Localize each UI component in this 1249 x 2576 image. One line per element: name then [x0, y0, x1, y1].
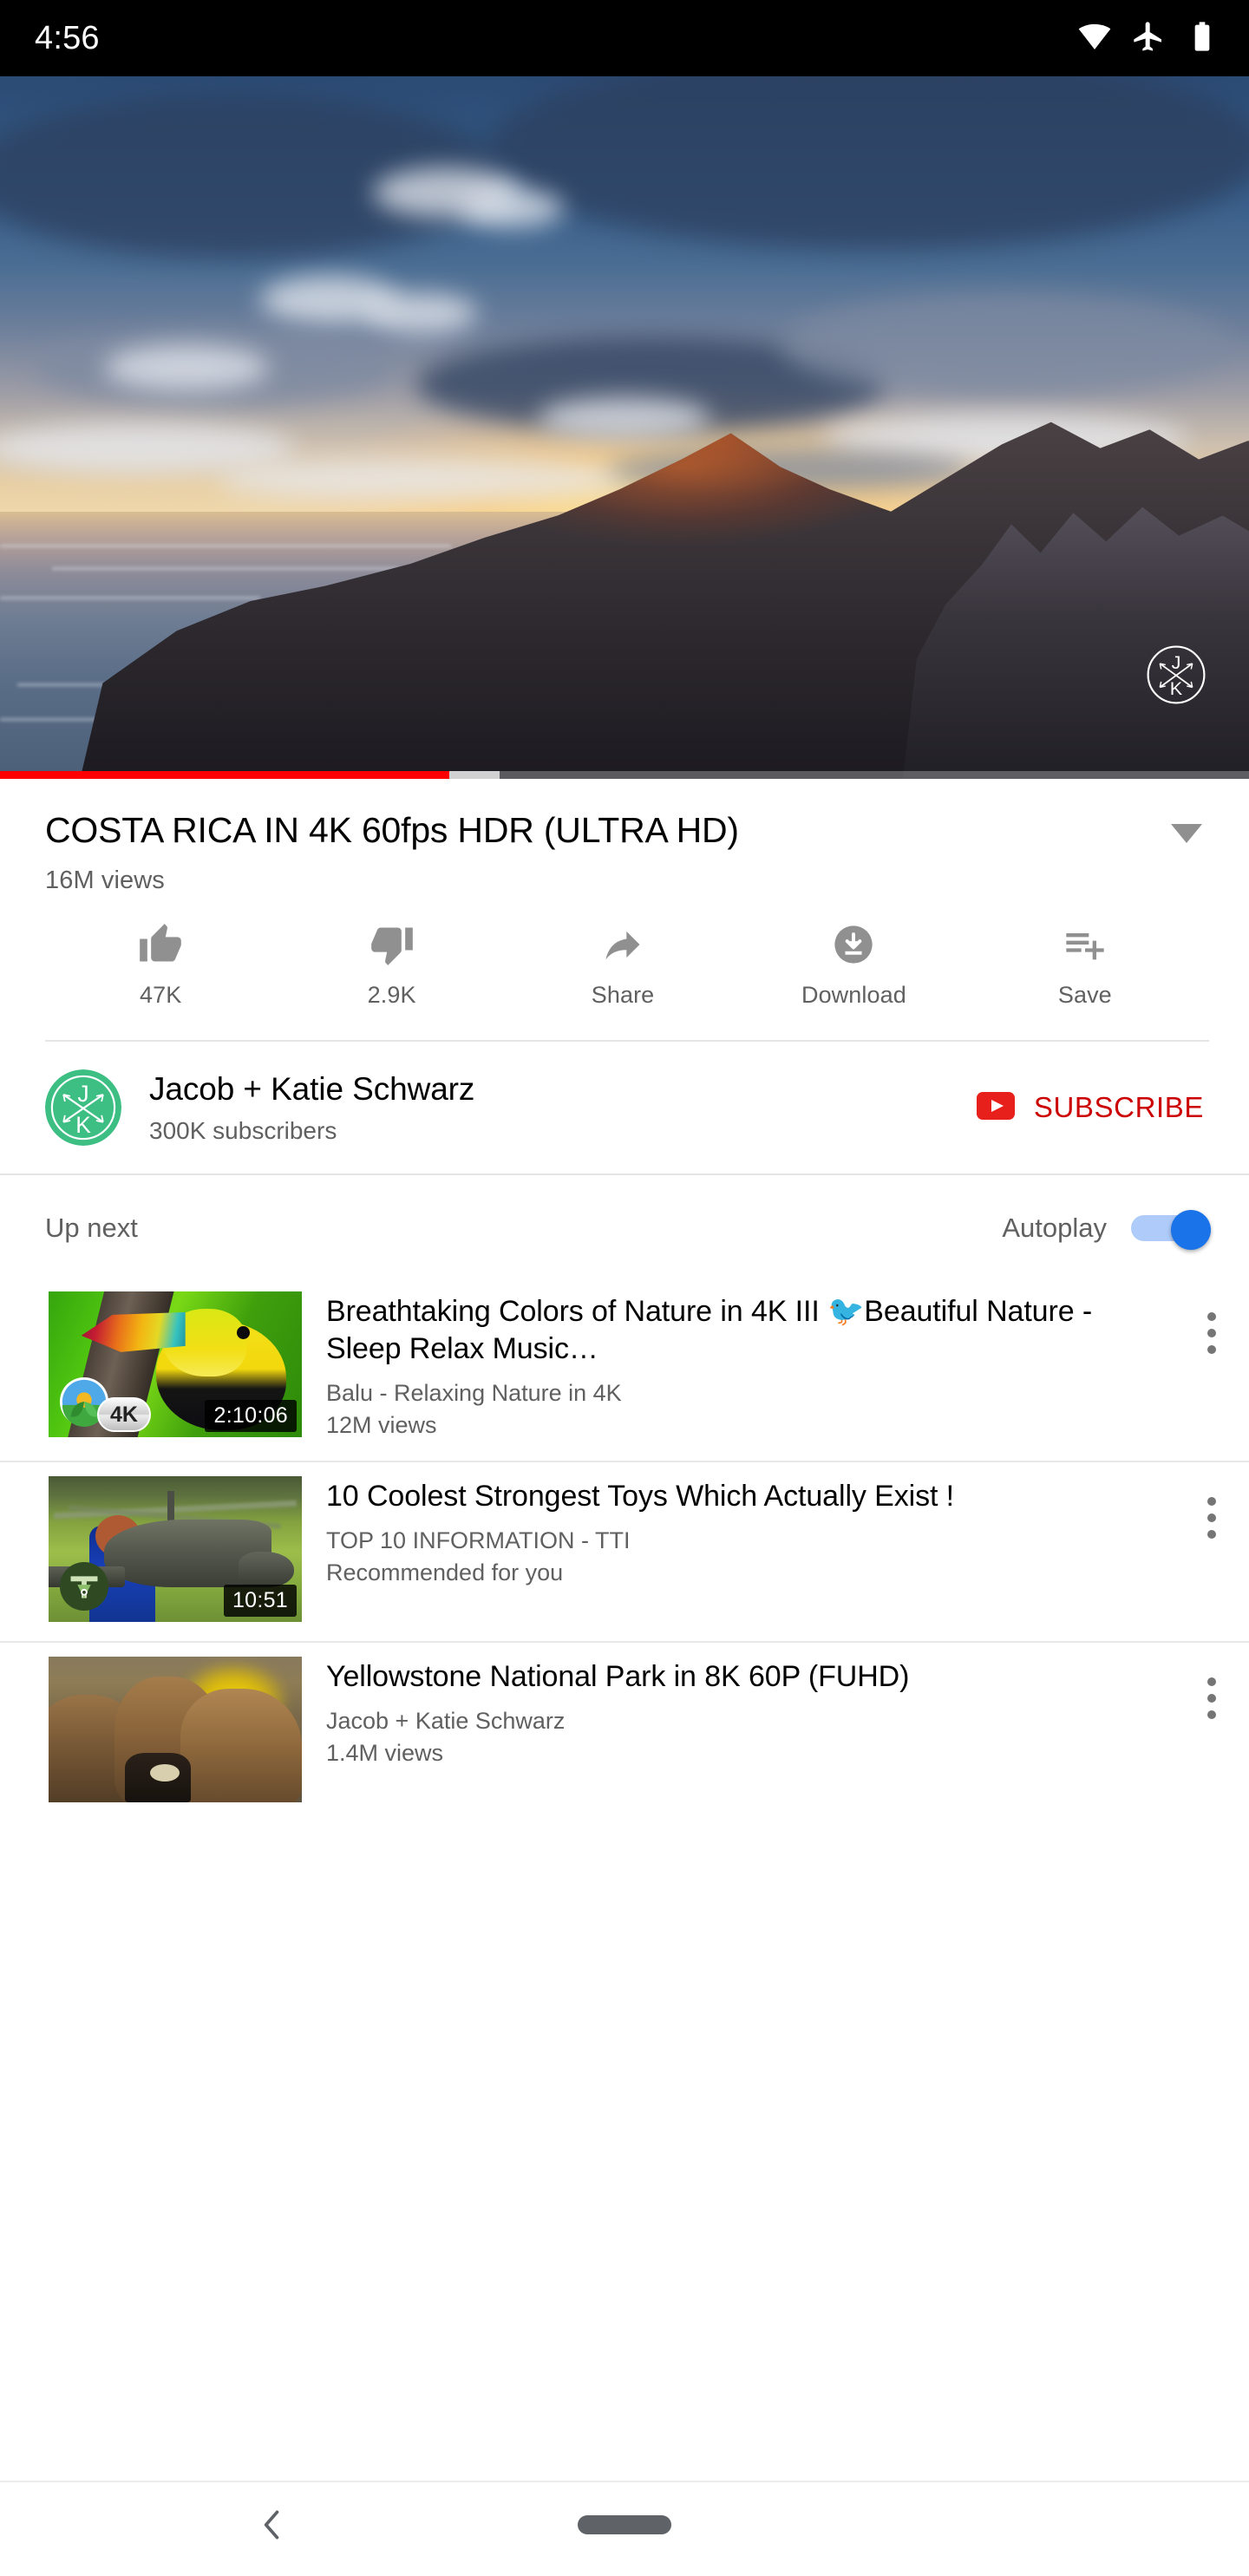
battery-icon: [1185, 19, 1220, 58]
thumbs-up-icon: [138, 923, 183, 966]
dislike-count: 2.9K: [368, 982, 416, 1009]
channel-row[interactable]: J K Jacob + Katie Schwarz 300K subscribe…: [0, 1042, 1249, 1174]
up-next-label: Up next: [45, 1213, 138, 1244]
scroll-content[interactable]: COSTA RICA IN 4K 60fps HDR (ULTRA HD) 16…: [0, 779, 1249, 2576]
download-icon: [831, 923, 876, 966]
video-thumbnail[interactable]: [49, 1657, 302, 1802]
share-icon: [600, 923, 645, 966]
thumbnail-channel-logo-icon: [59, 1561, 109, 1612]
youtube-play-icon: [977, 1092, 1015, 1124]
like-count: 47K: [140, 982, 181, 1009]
svg-text:K: K: [75, 1112, 91, 1138]
wave: [52, 567, 399, 570]
airplane-mode-icon: [1131, 19, 1166, 58]
status-bar: 4:56: [0, 0, 1249, 76]
cloud: [460, 189, 564, 227]
autoplay-label: Autoplay: [1002, 1213, 1107, 1244]
more-vert-icon[interactable]: [1174, 1291, 1249, 1354]
video-meta-section: COSTA RICA IN 4K 60fps HDR (ULTRA HD) 16…: [0, 779, 1249, 1042]
home-gesture-pill[interactable]: [578, 2515, 671, 2534]
toggle-knob: [1171, 1210, 1211, 1250]
more-vert-icon[interactable]: [1174, 1657, 1249, 1719]
cloud: [538, 397, 711, 439]
cloud: [364, 293, 477, 333]
video-player[interactable]: J K: [0, 76, 1249, 779]
player-frame-image: [0, 76, 1249, 779]
video-action-row: 47K 2.9K Share: [45, 923, 1209, 1009]
resolution-badge: 4K: [97, 1397, 151, 1432]
svg-text:J: J: [1172, 651, 1181, 673]
cloud: [781, 293, 1232, 397]
subscribe-button[interactable]: SUBSCRIBE: [965, 1086, 1211, 1129]
thumbs-down-icon: [369, 923, 415, 966]
video-meta: 12M views: [326, 1410, 1174, 1442]
playlist-add-icon: [1063, 923, 1108, 966]
dislike-button[interactable]: 2.9K: [276, 923, 507, 1009]
cloud: [104, 345, 269, 390]
video-duration: 10:51: [224, 1585, 297, 1617]
list-item[interactable]: Yellowstone National Park in 8K 60P (FUH…: [0, 1643, 1249, 1821]
video-meta: Recommended for you: [326, 1558, 1174, 1589]
video-meta: 1.4M views: [326, 1738, 1174, 1769]
video-title: Yellowstone National Park in 8K 60P (FUH…: [326, 1658, 1174, 1696]
svg-text:K: K: [1170, 677, 1183, 699]
up-next-header: Up next Autoplay: [0, 1175, 1249, 1278]
more-vert-icon[interactable]: [1174, 1476, 1249, 1539]
bison-thumbnail-image: [49, 1657, 302, 1802]
video-channel: TOP 10 INFORMATION - TTI: [326, 1526, 1174, 1557]
back-chevron-icon[interactable]: [241, 2494, 304, 2556]
video-info: Yellowstone National Park in 8K 60P (FUH…: [302, 1657, 1174, 1769]
download-button[interactable]: Download: [738, 923, 969, 1009]
svg-text:J: J: [77, 1081, 88, 1107]
video-info: 10 Coolest Strongest Toys Which Actually…: [302, 1476, 1174, 1589]
video-title: 10 Coolest Strongest Toys Which Actually…: [326, 1478, 1174, 1515]
status-bar-time: 4:56: [35, 20, 100, 57]
player-progress-bar[interactable]: [0, 771, 1249, 779]
video-thumbnail[interactable]: 4K 2:10:06: [49, 1291, 302, 1437]
wifi-icon: [1077, 19, 1112, 58]
subscribe-label: SUBSCRIBE: [1034, 1091, 1204, 1124]
channel-name: Jacob + Katie Schwarz: [149, 1070, 965, 1108]
wave: [0, 545, 451, 547]
channel-watermark-icon[interactable]: J K: [1145, 644, 1207, 706]
download-label: Download: [801, 982, 906, 1009]
chevron-down-icon[interactable]: [1169, 822, 1204, 849]
video-view-count: 16M views: [45, 866, 1209, 895]
wave: [0, 597, 260, 599]
share-label: Share: [592, 982, 655, 1009]
page-title: COSTA RICA IN 4K 60fps HDR (ULTRA HD): [45, 808, 1152, 852]
video-info: Breathtaking Colors of Nature in 4K III …: [302, 1291, 1174, 1442]
list-item[interactable]: 4K 2:10:06 Breathtaking Colors of Nature…: [0, 1278, 1249, 1461]
video-channel: Balu - Relaxing Nature in 4K: [326, 1378, 1174, 1409]
video-title: Breathtaking Colors of Nature in 4K III …: [326, 1293, 1174, 1368]
video-channel: Jacob + Katie Schwarz: [326, 1706, 1174, 1737]
channel-subscriber-count: 300K subscribers: [149, 1117, 965, 1145]
status-bar-icons: [1077, 19, 1220, 58]
suggested-video-list: 4K 2:10:06 Breathtaking Colors of Nature…: [0, 1278, 1249, 1821]
save-button[interactable]: Save: [970, 923, 1200, 1009]
share-button[interactable]: Share: [507, 923, 738, 1009]
autoplay-toggle[interactable]: [1131, 1210, 1211, 1246]
list-item[interactable]: 10:51 10 Coolest Strongest Toys Which Ac…: [0, 1462, 1249, 1641]
progress-played: [0, 771, 449, 779]
save-label: Save: [1058, 982, 1112, 1009]
autoplay-group[interactable]: Autoplay: [1002, 1210, 1211, 1246]
system-navigation-bar: [0, 2481, 1249, 2567]
avatar[interactable]: J K: [45, 1069, 121, 1146]
channel-info[interactable]: Jacob + Katie Schwarz 300K subscribers: [149, 1070, 965, 1144]
video-thumbnail[interactable]: 10:51: [49, 1476, 302, 1622]
cloud: [217, 458, 633, 501]
video-duration: 2:10:06: [205, 1400, 297, 1432]
like-button[interactable]: 47K: [45, 923, 276, 1009]
